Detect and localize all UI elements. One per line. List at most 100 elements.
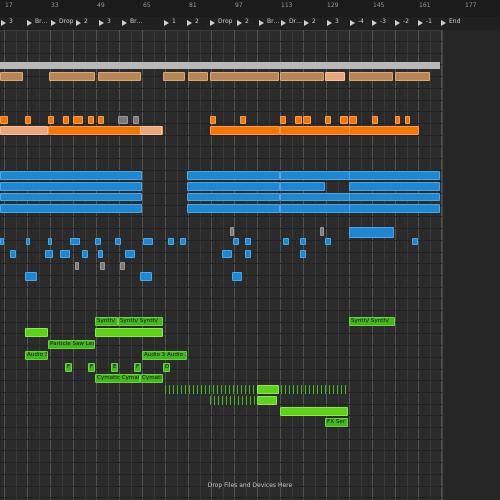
locator-2b[interactable]: 2 — [186, 18, 209, 29]
clip[interactable] — [100, 262, 105, 270]
clip[interactable] — [283, 238, 289, 245]
clip[interactable] — [280, 116, 286, 124]
clip[interactable]: E — [111, 363, 118, 372]
clip[interactable] — [280, 204, 350, 213]
clip[interactable] — [70, 238, 80, 245]
clip[interactable] — [95, 238, 101, 245]
clip[interactable] — [280, 126, 350, 135]
track-lane[interactable] — [0, 135, 442, 147]
locator-end[interactable]: End — [440, 18, 464, 29]
clip[interactable] — [0, 238, 4, 245]
clip[interactable] — [45, 250, 53, 258]
locator-drop[interactable]: Drop — [50, 18, 75, 29]
track-lane[interactable] — [0, 287, 442, 299]
locator-3b[interactable]: 3 — [98, 18, 121, 29]
clip[interactable] — [245, 238, 251, 245]
locator-minus4[interactable]: -4 — [349, 18, 371, 29]
clip[interactable] — [187, 204, 280, 213]
track-lane[interactable] — [0, 439, 442, 451]
clip-strip-row[interactable] — [210, 396, 255, 405]
locator-3c[interactable]: 3 — [326, 18, 349, 29]
clip[interactable] — [349, 116, 357, 124]
clip[interactable] — [133, 116, 139, 124]
clip[interactable] — [0, 182, 142, 191]
clip[interactable] — [140, 126, 162, 135]
clip[interactable]: D — [163, 363, 170, 372]
clip[interactable]: Synth/ — [95, 317, 118, 326]
clip[interactable] — [232, 272, 242, 281]
clip[interactable] — [245, 250, 251, 258]
track-lane[interactable] — [0, 463, 442, 475]
clip[interactable] — [60, 250, 70, 258]
empty-track-area[interactable] — [442, 30, 500, 500]
beat-time-ruler[interactable]: 17 33 49 65 81 97 113 129 145 161 177 — [0, 0, 500, 18]
track-lane[interactable] — [0, 100, 442, 112]
clip[interactable] — [412, 238, 418, 245]
locator-3[interactable]: 3 — [0, 18, 26, 29]
locator-drop-3[interactable]: Dr… — [280, 18, 303, 29]
clip[interactable] — [187, 193, 280, 201]
clip[interactable] — [349, 72, 393, 81]
clip[interactable] — [180, 238, 186, 245]
clip[interactable] — [280, 171, 350, 180]
locator-2c[interactable]: 2 — [236, 18, 258, 29]
clip[interactable]: F — [65, 363, 72, 372]
clip[interactable] — [168, 238, 174, 245]
clip[interactable] — [48, 238, 52, 245]
clip[interactable] — [0, 204, 142, 213]
clip[interactable]: F — [88, 363, 95, 372]
track-lane[interactable] — [0, 299, 442, 311]
locator-minus3[interactable]: -3 — [371, 18, 394, 29]
clip[interactable] — [120, 262, 125, 270]
locator-2[interactable]: 2 — [75, 18, 98, 29]
clip[interactable]: FX Ser — [325, 418, 348, 427]
clip[interactable] — [25, 116, 31, 124]
clip[interactable] — [257, 396, 277, 405]
clip[interactable] — [118, 116, 128, 124]
clip[interactable] — [222, 250, 232, 258]
locator-1[interactable]: 1 — [163, 18, 186, 29]
clip[interactable] — [0, 72, 23, 81]
locator-break-2[interactable]: Br… — [121, 18, 163, 29]
track-lane[interactable] — [0, 30, 442, 42]
clip[interactable] — [240, 116, 246, 124]
arrangement-view[interactable]: 17 33 49 65 81 97 113 129 145 161 177 3 … — [0, 0, 500, 500]
clip[interactable] — [325, 238, 331, 245]
clip[interactable] — [325, 72, 345, 81]
clip[interactable] — [405, 116, 410, 124]
clip[interactable] — [0, 126, 48, 135]
clip[interactable] — [10, 250, 16, 258]
clip[interactable] — [48, 116, 54, 124]
track-lane[interactable] — [0, 264, 442, 276]
clip[interactable] — [320, 227, 324, 236]
clip[interactable] — [395, 72, 430, 81]
clip[interactable]: Particle Saw Lea — [48, 340, 95, 349]
clip[interactable] — [303, 116, 311, 124]
locator-minus1[interactable]: -1 — [417, 18, 440, 29]
clip[interactable]: Audio 3 — [25, 351, 48, 360]
clip[interactable] — [210, 72, 279, 81]
locator-2d[interactable]: 2 — [303, 18, 326, 29]
clip[interactable] — [210, 116, 216, 124]
clip[interactable] — [230, 227, 234, 236]
locator-break[interactable]: Br… — [26, 18, 50, 29]
track-lane[interactable] — [0, 416, 442, 428]
clip[interactable] — [49, 72, 95, 81]
clip[interactable] — [0, 193, 142, 201]
clip[interactable] — [187, 171, 280, 180]
clip[interactable] — [26, 238, 30, 245]
clip[interactable]: Audio 3 Audio 3 — [142, 351, 187, 360]
clip[interactable] — [88, 116, 94, 124]
clip[interactable] — [188, 72, 208, 81]
track-lane[interactable] — [0, 147, 442, 159]
clip[interactable] — [372, 116, 378, 124]
clip[interactable]: Cymatic Cymatic — [95, 374, 140, 383]
clip[interactable] — [187, 182, 280, 191]
clip[interactable] — [349, 171, 440, 180]
locator-drop-2[interactable]: Drop — [209, 18, 236, 29]
clip[interactable] — [340, 116, 348, 124]
clip[interactable] — [125, 250, 135, 258]
clip[interactable] — [295, 116, 302, 124]
clip[interactable] — [349, 193, 440, 201]
clip[interactable] — [300, 238, 306, 245]
